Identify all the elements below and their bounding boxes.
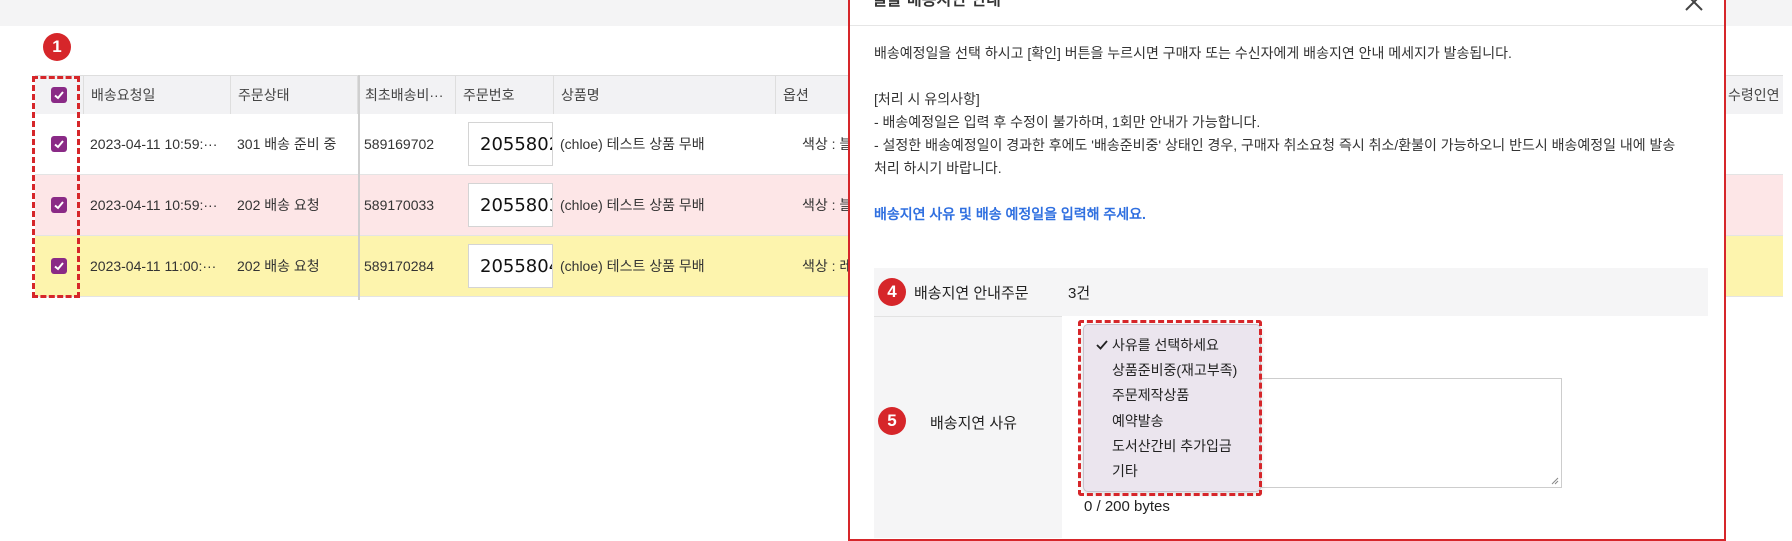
cell-option: 색상 : 블 [802,197,853,213]
cell-request-date: 2023-04-11 11:00:··· [90,258,217,274]
delay-form-table: 4 배송지연 안내주문 3건 5 배송지연 사유 0 / 200 bytes 사… [874,268,1708,538]
cell-request-date: 2023-04-11 10:59:··· [90,136,218,152]
column-header-shipping-no[interactable]: 최초배송비··· [357,76,455,114]
cell-order-no[interactable]: 20558026290 [468,122,553,166]
column-divider [358,75,360,300]
step-badge-1: 1 [43,33,71,61]
cell-shipping-no: 589170284 [364,258,435,274]
column-header-order-status[interactable]: 주문상태 [230,76,357,114]
modal-header: 일괄 배송지연 안내 [850,0,1724,26]
column-header-request-date[interactable]: 배송요청일 [83,76,230,114]
delay-reason-label: 배송지연 사유 [930,415,1017,432]
close-icon[interactable] [1682,0,1706,14]
input-prompt-text: 배송지연 사유 및 배송 예정일을 입력해 주세요. [874,206,1146,222]
order-count-value: 3건 [1068,285,1091,302]
cell-order-status: 301 배송 준비 중 [237,136,337,152]
modal-title: 일괄 배송지연 안내 [872,0,1001,10]
cell-option: 색상 : 블 [802,136,853,152]
cell-order-status: 202 배송 요청 [237,258,320,274]
shipping-delay-modal: 일괄 배송지연 안내 배송예정일을 선택 하시고 [확인] 버튼을 누르시면 구… [848,0,1726,541]
resize-handle-icon[interactable] [1551,477,1559,485]
cell-product-name: (chloe) 테스트 상품 무배 [560,136,705,152]
cell-order-no[interactable]: 20558043330 [468,244,553,288]
cell-product-name: (chloe) 테스트 상품 무배 [560,258,705,274]
notice-line-1: - 배송예정일은 입력 후 수정이 불가하며, 1회만 안내가 가능합니다. [874,114,1261,130]
cell-order-no[interactable]: 20558035930 [468,183,553,227]
step-badge-4: 4 [878,278,906,306]
cell-shipping-no: 589169702 [364,136,435,152]
form-row-order-count: 4 배송지연 안내주문 3건 [874,268,1708,317]
step-badge-5: 5 [878,407,906,435]
notice-line-3: 처리 하시기 바랍니다. [874,160,1002,176]
column-header-product-name[interactable]: 상품명 [553,76,775,114]
order-count-label: 배송지연 안내주문 [914,285,1029,302]
cell-request-date: 2023-04-11 10:59:··· [90,197,218,213]
checkbox-column-highlight [32,76,80,298]
cell-shipping-no: 589170033 [364,197,435,213]
cell-order-status: 202 배송 요청 [237,197,320,213]
byte-counter: 0 / 200 bytes [1084,498,1170,515]
modal-intro-text: 배송예정일을 선택 하시고 [확인] 버튼을 누르시면 구매자 또는 수신자에게… [874,45,1512,61]
column-header-order-no[interactable]: 주문번호 [455,76,553,114]
notice-title: [처리 시 유의사항] [874,91,980,107]
cell-option: 색상 : 레 [802,258,853,274]
column-header-recipient[interactable]: 수령인연 [1720,76,1783,114]
cell-product-name: (chloe) 테스트 상품 무배 [560,197,705,213]
notice-line-2: - 설정한 배송예정일이 경과한 후에도 '배송준비중' 상태인 경우, 구매자… [874,137,1676,153]
dropdown-highlight [1078,320,1262,496]
column-header-option[interactable]: 옵션 [775,76,855,114]
